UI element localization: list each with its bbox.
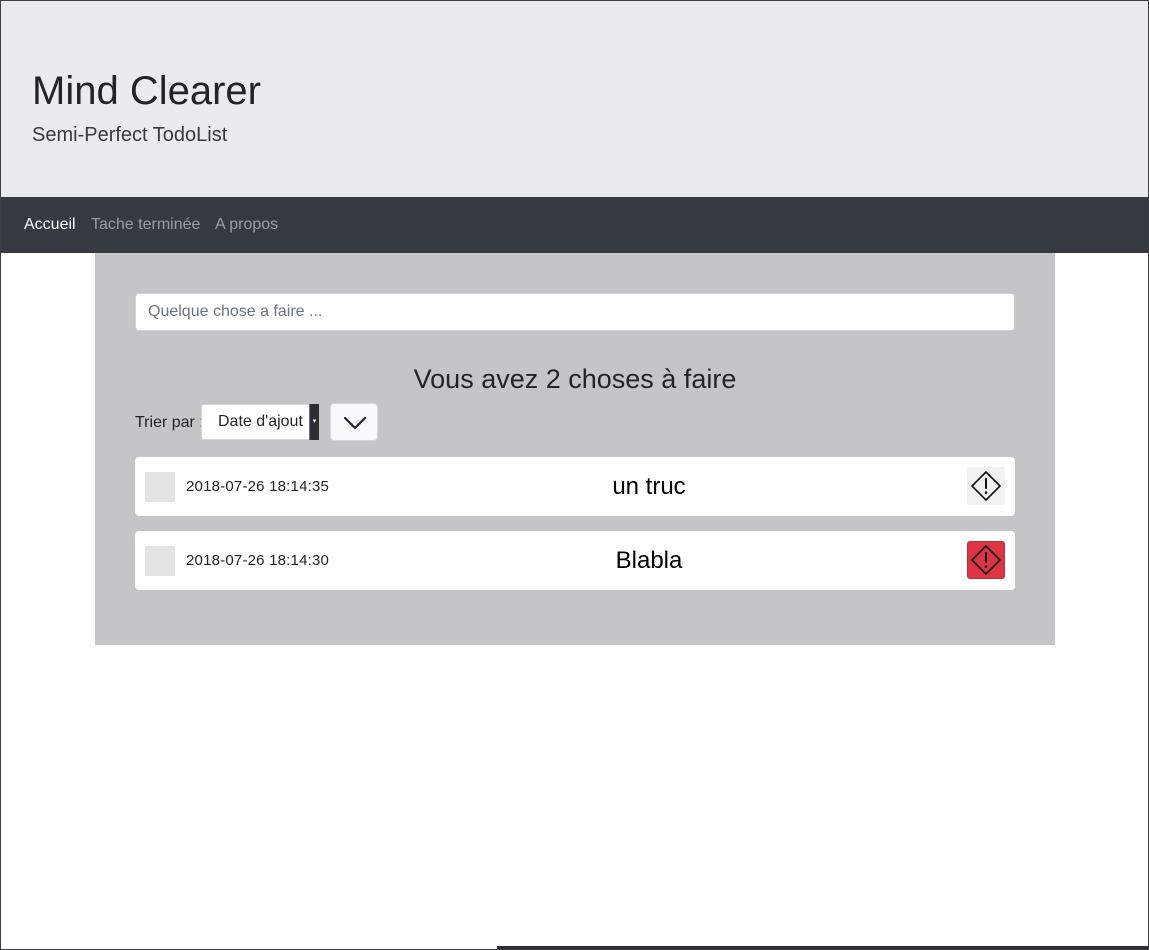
nav-about-link[interactable]: A propos <box>215 197 278 253</box>
todo-date: 2018-07-26 18:14:35 <box>186 478 330 495</box>
priority-button-urgent[interactable] <box>967 541 1005 579</box>
sort-select-value: Date d'ajout <box>218 413 303 430</box>
todo-count-heading: Vous avez 2 choses à faire <box>413 364 737 394</box>
warning-diamond-icon <box>971 545 1001 575</box>
todo-title: Blabla <box>615 547 683 574</box>
site-subtitle: Semi-Perfect TodoList <box>32 124 228 146</box>
sort-label: Trier par : <box>135 414 204 431</box>
todo-item: 2018-07-26 18:14:35 un truc <box>135 457 1015 516</box>
todo-title: un truc <box>612 473 686 500</box>
site-title: Mind Clearer <box>32 69 261 113</box>
sort-order-button[interactable] <box>330 403 378 441</box>
nav-done-tasks-link[interactable]: Tache terminée <box>91 197 200 253</box>
sort-select[interactable]: Date d'ajout ▾ <box>201 404 319 440</box>
nav-home-link[interactable]: Accueil <box>24 197 76 253</box>
todo-item: 2018-07-26 18:14:30 Blabla <box>135 531 1015 590</box>
select-arrow-icon[interactable]: ▾ <box>309 404 319 440</box>
chevron-down-icon <box>343 416 367 430</box>
todo-checkbox[interactable] <box>145 472 175 502</box>
header: Mind Clearer Semi-Perfect TodoList <box>0 0 1149 197</box>
todo-date: 2018-07-26 18:14:30 <box>186 552 330 569</box>
navbar: Accueil Tache terminée A propos <box>0 197 1149 253</box>
bottom-edge-strip <box>497 946 1149 950</box>
todo-checkbox[interactable] <box>145 546 175 576</box>
priority-button[interactable] <box>967 467 1005 505</box>
warning-diamond-icon <box>971 471 1001 501</box>
new-todo-input[interactable] <box>135 293 1015 331</box>
todo-panel: Vous avez 2 choses à faire Trier par : D… <box>95 253 1055 645</box>
